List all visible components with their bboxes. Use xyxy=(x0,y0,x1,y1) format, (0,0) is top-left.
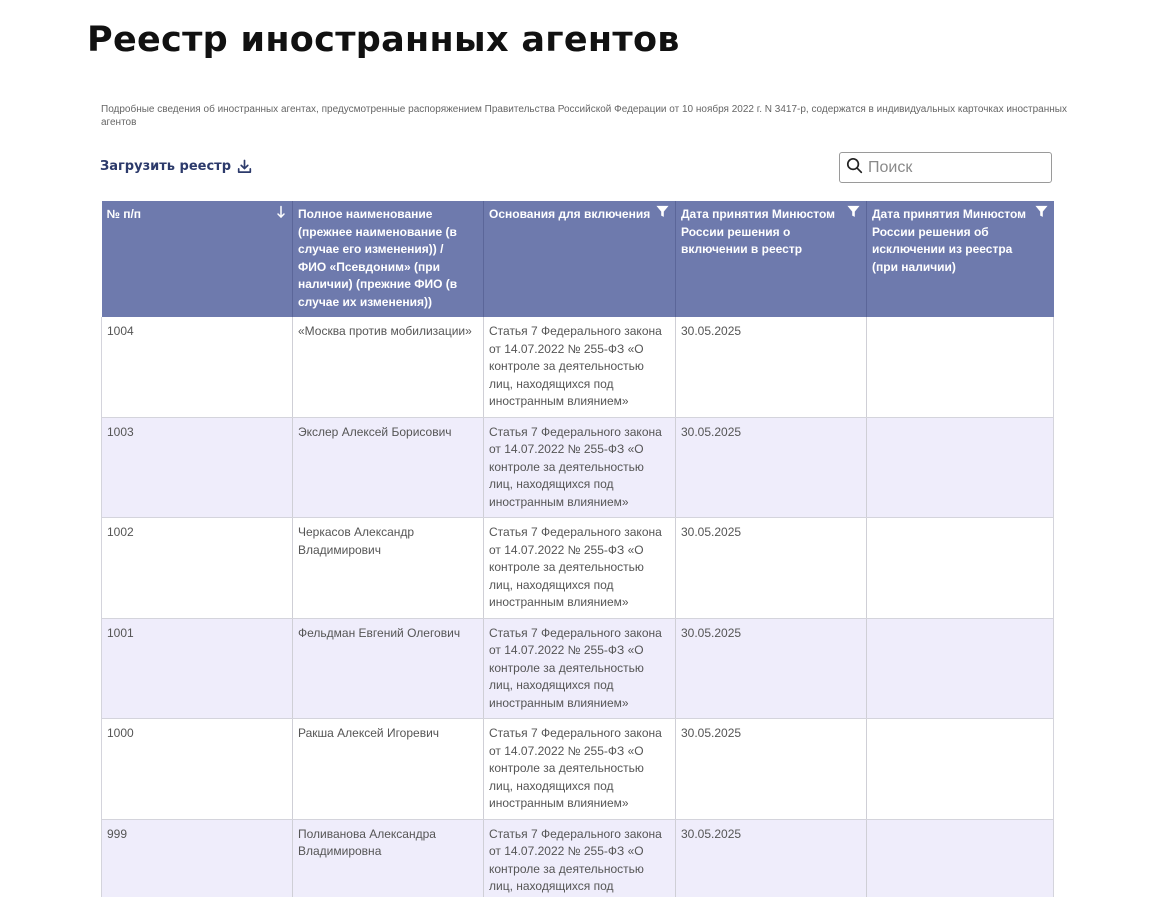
column-header-inclusion-date: Дата принятия Минюстом России решения о … xyxy=(675,201,867,317)
cell-number: 1001 xyxy=(101,618,293,719)
cell-basis: Статья 7 Федерального закона от 14.07.20… xyxy=(483,517,676,619)
cell-number: 1000 xyxy=(101,718,293,820)
column-header-name: Полное наименование (прежнее наименовани… xyxy=(292,201,484,317)
download-registry-button[interactable]: Загрузить реестр xyxy=(100,159,252,174)
cell-exclusion-date xyxy=(866,718,1054,820)
search-input[interactable] xyxy=(868,158,1038,177)
column-header-label: Дата принятия Минюстом России решения о … xyxy=(681,207,836,256)
column-header-label: № п/п xyxy=(106,207,142,221)
table-row[interactable]: 1000 Ракша Алексей Игоревич Статья 7 Фед… xyxy=(101,718,1054,820)
cell-name: Фельдман Евгений Олегович xyxy=(292,618,484,719)
cell-exclusion-date xyxy=(866,618,1054,719)
cell-name: Поливанова Александра Владимировна xyxy=(292,819,484,897)
table-row[interactable]: 1004 «Москва против мобилизации» Статья … xyxy=(101,317,1054,418)
column-header-label: Дата принятия Минюстом России решения об… xyxy=(872,207,1027,274)
download-icon xyxy=(237,159,252,174)
cell-basis: Статья 7 Федерального закона от 14.07.20… xyxy=(483,417,676,518)
cell-basis: Статья 7 Федерального закона от 14.07.20… xyxy=(483,718,676,820)
cell-inclusion-date: 30.05.2025 xyxy=(675,618,867,719)
cell-number: 1002 xyxy=(101,517,293,619)
cell-name: «Москва против мобилизации» xyxy=(292,317,484,418)
cell-basis: Статья 7 Федерального закона от 14.07.20… xyxy=(483,819,676,897)
search-icon xyxy=(846,157,863,178)
table-header-row: № п/п Полное наименование (прежнее наиме… xyxy=(101,201,1054,317)
page-description: Подробные сведения об иностранных агента… xyxy=(101,104,1067,128)
table-row[interactable]: 999 Поливанова Александра Владимировна С… xyxy=(101,819,1054,897)
cell-inclusion-date: 30.05.2025 xyxy=(675,417,867,518)
registry-table: № п/п Полное наименование (прежнее наиме… xyxy=(101,201,1054,897)
table-row[interactable]: 1003 Экслер Алексей Борисович Статья 7 Ф… xyxy=(101,417,1054,518)
cell-inclusion-date: 30.05.2025 xyxy=(675,317,867,418)
filter-icon[interactable] xyxy=(656,205,669,224)
column-header-basis: Основания для включения xyxy=(483,201,676,317)
cell-number: 1003 xyxy=(101,417,293,518)
table-row[interactable]: 1002 Черкасов Александр Владимирович Ста… xyxy=(101,517,1054,619)
cell-inclusion-date: 30.05.2025 xyxy=(675,517,867,619)
cell-basis: Статья 7 Федерального закона от 14.07.20… xyxy=(483,317,676,418)
cell-number: 1004 xyxy=(101,317,293,418)
cell-basis: Статья 7 Федерального закона от 14.07.20… xyxy=(483,618,676,719)
column-header-exclusion-date: Дата принятия Минюстом России решения об… xyxy=(866,201,1054,317)
cell-name: Экслер Алексей Борисович xyxy=(292,417,484,518)
cell-name: Ракша Алексей Игоревич xyxy=(292,718,484,820)
download-registry-label: Загрузить реестр xyxy=(100,159,232,174)
cell-inclusion-date: 30.05.2025 xyxy=(675,819,867,897)
column-header-label: Основания для включения xyxy=(489,207,651,221)
cell-exclusion-date xyxy=(866,517,1054,619)
cell-exclusion-date xyxy=(866,819,1054,897)
registry-page: Реестр иностранных агентов Подробные све… xyxy=(0,0,1155,897)
column-header-number[interactable]: № п/п xyxy=(101,201,293,317)
column-header-label: Полное наименование (прежнее наименовани… xyxy=(298,207,458,309)
filter-icon[interactable] xyxy=(847,205,860,224)
filter-icon[interactable] xyxy=(1034,205,1048,224)
cell-exclusion-date xyxy=(866,417,1054,518)
cell-name: Черкасов Александр Владимирович xyxy=(292,517,484,619)
table-row[interactable]: 1001 Фельдман Евгений Олегович Статья 7 … xyxy=(101,618,1054,719)
sort-down-arrow-icon[interactable] xyxy=(276,205,286,225)
search-box[interactable] xyxy=(839,152,1052,183)
page-title: Реестр иностранных агентов xyxy=(87,20,680,60)
cell-inclusion-date: 30.05.2025 xyxy=(675,718,867,820)
cell-number: 999 xyxy=(101,819,293,897)
cell-exclusion-date xyxy=(866,317,1054,418)
